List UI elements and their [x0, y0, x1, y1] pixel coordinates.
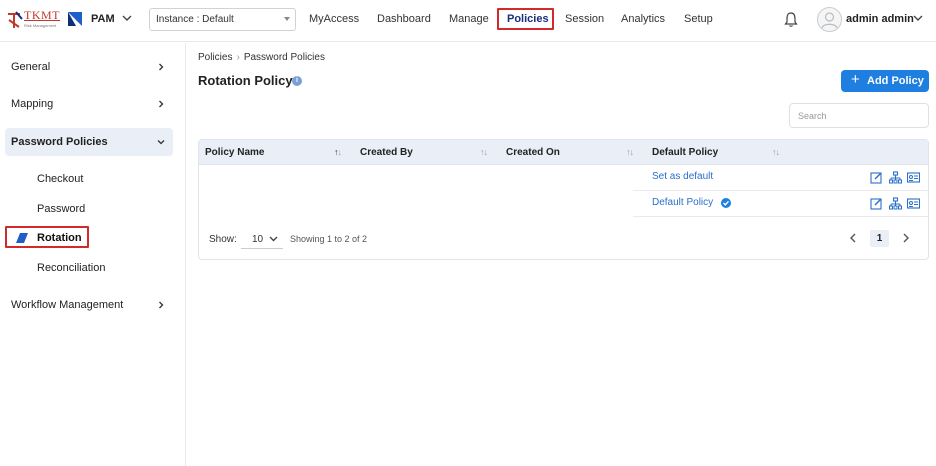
- sort-icon[interactable]: ↑↓: [626, 147, 634, 157]
- plus-icon: +: [851, 71, 860, 88]
- sidebar: General Mapping Password Policies Checko…: [0, 43, 186, 466]
- hierarchy-icon[interactable]: [889, 171, 902, 184]
- chevron-right-icon: [159, 301, 164, 309]
- policy-table: Policy Name ↑↓ Created By ↑↓ Created On …: [198, 139, 929, 260]
- sidebar-item-label: General: [11, 61, 51, 73]
- sort-icon[interactable]: ↑↓: [334, 147, 342, 157]
- logo-text: TKMT: [24, 8, 60, 22]
- page-size-value: 10: [252, 234, 264, 245]
- chevron-down-icon: [269, 236, 278, 242]
- column-header-created-by[interactable]: Created By: [360, 147, 413, 158]
- row-actions: [870, 197, 922, 211]
- breadcrumb-root[interactable]: Policies: [198, 52, 232, 63]
- sidebar-subitem-label: Rotation: [37, 232, 82, 244]
- nav-session[interactable]: Session: [565, 13, 604, 25]
- breadcrumb-current: Password Policies: [243, 52, 325, 63]
- next-page-icon[interactable]: [899, 230, 913, 246]
- set-as-default-link[interactable]: Set as default: [652, 171, 713, 182]
- column-header-default-policy[interactable]: Default Policy: [652, 147, 718, 158]
- nav-dashboard[interactable]: Dashboard: [377, 13, 431, 25]
- edit-icon[interactable]: [870, 171, 883, 184]
- instance-select[interactable]: Instance : Default: [149, 8, 296, 31]
- sidebar-subitem-rotation[interactable]: Rotation: [5, 226, 89, 248]
- logo-mark-icon: [8, 11, 23, 28]
- nav-manage[interactable]: Manage: [449, 13, 489, 25]
- showing-count: Showing 1 to 2 of 2: [290, 234, 368, 244]
- table-row: Set as default: [633, 165, 928, 191]
- nav-analytics[interactable]: Analytics: [621, 13, 665, 25]
- sidebar-item-mapping[interactable]: Mapping: [5, 90, 173, 118]
- nav-myaccess[interactable]: MyAccess: [309, 13, 359, 25]
- rotation-active-icon: [16, 233, 28, 243]
- table-header: Policy Name ↑↓ Created By ↑↓ Created On …: [199, 140, 928, 165]
- sort-icon[interactable]: ↑↓: [772, 147, 780, 157]
- table-row: Default Policy: [633, 191, 928, 217]
- chevron-down-icon[interactable]: [913, 13, 923, 23]
- sidebar-item-label: Password Policies: [11, 136, 108, 148]
- brand-logo[interactable]: TKMT Risk Management: [6, 8, 60, 32]
- check-circle-icon: [721, 198, 731, 208]
- sidebar-item-general[interactable]: General: [5, 53, 173, 81]
- top-bar: TKMT Risk Management PAM Instance : Defa…: [0, 0, 936, 42]
- search-input[interactable]: [789, 103, 929, 128]
- page-size-label: Show:: [209, 234, 237, 245]
- page-number-current[interactable]: 1: [870, 230, 889, 247]
- previous-page-icon[interactable]: [846, 230, 860, 246]
- logo-subtitle: Risk Management: [24, 23, 57, 28]
- page-size-select[interactable]: 10: [241, 229, 283, 249]
- default-policy-label: Default Policy: [652, 197, 714, 208]
- column-header-policy-name[interactable]: Policy Name: [205, 147, 264, 158]
- nav-policies[interactable]: Policies: [507, 13, 549, 25]
- sidebar-item-label: Workflow Management: [11, 299, 124, 311]
- pam-icon: [68, 12, 82, 26]
- bell-icon[interactable]: [783, 11, 799, 28]
- chevron-down-icon[interactable]: [122, 13, 132, 23]
- user-name[interactable]: admin admin: [846, 13, 914, 25]
- edit-icon[interactable]: [870, 197, 883, 210]
- sidebar-item-password-policies[interactable]: Password Policies: [5, 128, 173, 156]
- breadcrumb-separator-icon: ›: [236, 52, 240, 63]
- product-switcher-label[interactable]: PAM: [91, 13, 115, 25]
- row-actions: [870, 171, 922, 185]
- breadcrumb: Policies › Password Policies: [198, 52, 325, 63]
- chevron-down-icon: [157, 140, 165, 145]
- info-icon[interactable]: i: [292, 76, 302, 86]
- sidebar-item-workflow-management[interactable]: Workflow Management: [5, 291, 173, 319]
- sidebar-subitem-reconciliation[interactable]: Reconciliation: [37, 262, 105, 274]
- page-title: Rotation Policy: [198, 73, 293, 88]
- add-policy-label: Add Policy: [867, 75, 924, 87]
- id-card-icon[interactable]: [907, 197, 920, 210]
- chevron-right-icon: [159, 63, 164, 71]
- nav-setup[interactable]: Setup: [684, 13, 713, 25]
- sidebar-item-label: Mapping: [11, 98, 54, 110]
- avatar[interactable]: [817, 7, 842, 32]
- sidebar-subitem-checkout[interactable]: Checkout: [37, 173, 83, 185]
- caret-down-icon: [284, 17, 290, 21]
- chevron-right-icon: [159, 100, 164, 108]
- add-policy-button[interactable]: + Add Policy: [841, 70, 929, 92]
- hierarchy-icon[interactable]: [889, 197, 902, 210]
- id-card-icon[interactable]: [907, 171, 920, 184]
- column-header-created-on[interactable]: Created On: [506, 147, 560, 158]
- instance-select-value: Instance : Default: [156, 14, 234, 25]
- sort-icon[interactable]: ↑↓: [480, 147, 488, 157]
- user-icon: [821, 12, 838, 29]
- sidebar-subitem-password[interactable]: Password: [37, 203, 85, 215]
